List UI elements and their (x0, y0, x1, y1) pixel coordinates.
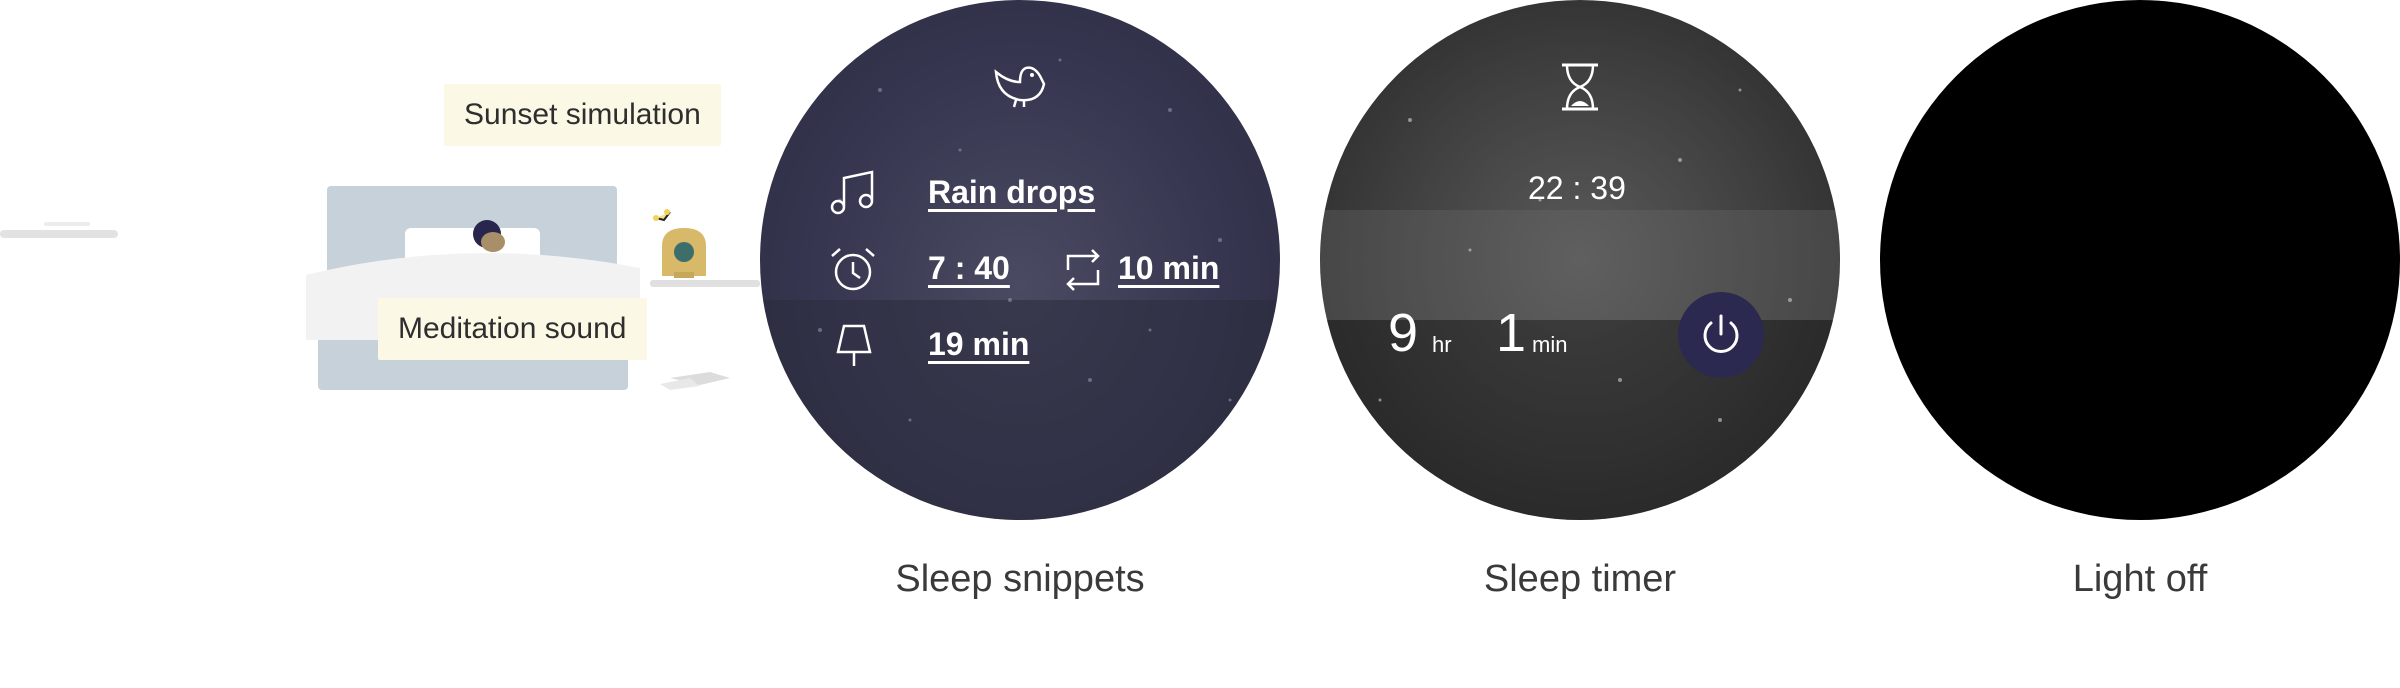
light-off-screen (1880, 0, 2400, 520)
bedroom-illustration: Sunset simulation Meditation sound (0, 0, 760, 420)
power-button[interactable] (1678, 292, 1764, 378)
light-duration-link[interactable]: 19 min (928, 326, 1029, 363)
power-icon (1703, 314, 1739, 353)
sleep-snippets-caption: Sleep snippets (895, 558, 1145, 600)
timer-hours-unit: hr (1432, 332, 1452, 357)
meditation-sound-label: Meditation sound (378, 298, 647, 360)
left-shelf-detail (44, 222, 90, 226)
clock-time: 22 : 39 (1528, 170, 1626, 206)
sound-link[interactable]: Rain drops (928, 174, 1095, 211)
left-shelf (0, 230, 118, 238)
lamp-icon (836, 324, 872, 366)
timer-minutes-unit: min (1532, 332, 1568, 357)
sunset-simulation-label: Sunset simulation (444, 84, 721, 146)
alarm-clock-icon (831, 248, 875, 291)
bird-icon (994, 66, 1046, 108)
light-off-caption: Light off (2072, 558, 2208, 600)
sleep-snippets-screen: Rain drops 7 : 40 10 min 19 min (760, 0, 1280, 520)
snooze-link[interactable]: 10 min (1118, 250, 1219, 287)
alarm-time-link[interactable]: 7 : 40 (928, 250, 1010, 287)
bed-illustration (306, 186, 760, 390)
sleep-timer-caption: Sleep timer (1483, 558, 1677, 600)
timer-hours: 9 (1388, 303, 1419, 363)
repeat-icon (1066, 249, 1100, 291)
music-note-icon (830, 170, 874, 215)
sleep-timer-screen: 22 : 39 9 hr 1 min (1320, 0, 1840, 520)
timer-minutes: 1 (1496, 303, 1527, 363)
hourglass-icon (1562, 63, 1598, 111)
